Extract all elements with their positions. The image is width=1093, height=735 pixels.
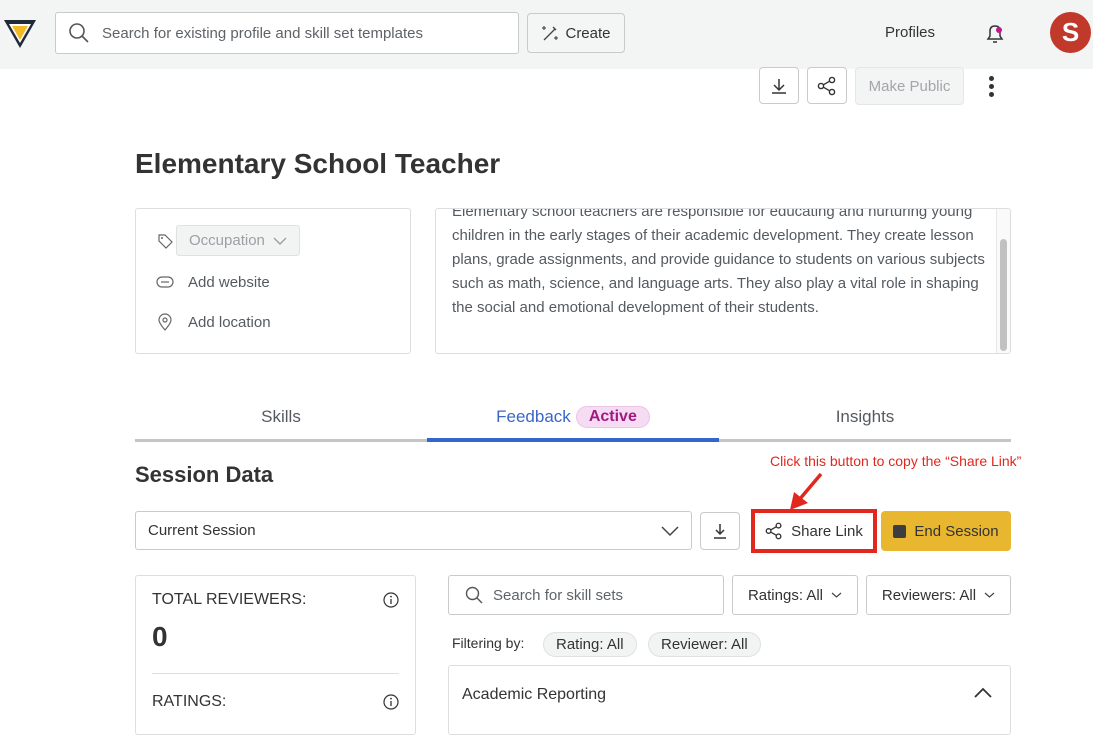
top-navigation-bar: Create Profiles S: [0, 0, 1093, 69]
skill-set-accordion[interactable]: Academic Reporting: [448, 665, 1011, 735]
total-reviewers-label: TOTAL REVIEWERS:: [152, 591, 307, 608]
description-scrollbar[interactable]: [996, 209, 1010, 353]
chevron-down-icon: [831, 592, 842, 598]
profile-description: Elementary school teachers are responsib…: [452, 208, 985, 316]
chevron-down-icon: [984, 592, 995, 598]
share-button[interactable]: [807, 67, 847, 104]
add-website-link[interactable]: Add website: [156, 273, 270, 291]
create-button[interactable]: Create: [527, 13, 625, 53]
template-search-input[interactable]: [102, 24, 502, 42]
filter-chip-reviewer[interactable]: Reviewer: All: [648, 632, 761, 657]
make-public-button[interactable]: Make Public: [855, 67, 964, 105]
reviewers-filter-label: Reviewers: All: [881, 586, 977, 604]
search-icon: [69, 23, 89, 43]
template-search-field[interactable]: [55, 12, 519, 54]
end-session-button[interactable]: End Session: [881, 511, 1011, 551]
stop-icon: [893, 524, 907, 538]
filter-chip-rating[interactable]: Rating: All: [543, 632, 637, 657]
skill-set-search-field[interactable]: [448, 575, 724, 615]
info-icon[interactable]: [383, 592, 399, 608]
app-logo[interactable]: [2, 14, 38, 50]
location-pin-icon: [156, 313, 174, 331]
user-avatar[interactable]: S: [1050, 12, 1091, 53]
create-label: Create: [565, 24, 611, 42]
share-link-button[interactable]: Share Link: [751, 509, 877, 553]
filtering-by-label: Filtering by:: [452, 635, 525, 651]
notifications-button[interactable]: [983, 21, 1007, 45]
share-icon: [765, 522, 782, 540]
search-icon: [465, 586, 483, 604]
occupation-dropdown[interactable]: Occupation: [176, 225, 300, 256]
end-session-label: End Session: [914, 522, 999, 540]
info-icon[interactable]: [383, 694, 399, 710]
chevron-down-icon: [273, 237, 287, 245]
tab-skills-label: Skills: [261, 407, 301, 426]
session-select-value: Current Session: [148, 522, 256, 539]
tab-feedback[interactable]: Feedback Active: [427, 395, 719, 442]
download-icon: [772, 78, 786, 94]
total-reviewers-value: 0: [152, 621, 168, 652]
tab-insights[interactable]: Insights: [719, 395, 1011, 439]
profile-meta-card: Occupation Add website Add location: [135, 208, 411, 354]
tab-skills[interactable]: Skills: [135, 395, 427, 439]
magic-wand-icon: [542, 26, 559, 41]
active-status-badge: Active: [575, 405, 650, 428]
download-button[interactable]: [759, 67, 799, 104]
nav-profiles-link[interactable]: Profiles: [885, 24, 935, 41]
more-options-button[interactable]: [983, 74, 999, 98]
add-location-label: Add location: [188, 313, 271, 331]
share-link-label: Share Link: [791, 522, 863, 540]
share-icon: [817, 76, 836, 95]
add-website-label: Add website: [188, 273, 270, 291]
ratings-filter-label: Ratings: All: [747, 586, 824, 604]
reviewers-filter-dropdown[interactable]: Reviewers: All: [866, 575, 1011, 615]
session-select-dropdown[interactable]: Current Session: [135, 511, 692, 550]
annotation-arrow-icon: [790, 472, 823, 510]
bell-icon: [986, 25, 1004, 43]
link-icon: [156, 273, 174, 291]
session-stats-card: TOTAL REVIEWERS: 0 RATINGS:: [135, 575, 416, 735]
chevron-down-icon: [661, 525, 679, 536]
chevron-up-icon[interactable]: [973, 686, 993, 700]
download-icon: [714, 524, 726, 539]
profile-description-box[interactable]: Elementary school teachers are responsib…: [435, 208, 1011, 354]
tab-insights-label: Insights: [835, 407, 895, 426]
profile-tabs: Skills Feedback Active Insights: [135, 395, 1011, 442]
scrollbar-thumb[interactable]: [1000, 239, 1007, 351]
tag-icon: [156, 232, 174, 250]
download-session-button[interactable]: [700, 512, 740, 550]
skill-set-title: Academic Reporting: [462, 686, 607, 703]
divider: [152, 673, 399, 674]
tab-feedback-label: Feedback: [496, 406, 571, 426]
occupation-label: Occupation: [189, 232, 265, 249]
more-vertical-icon: [988, 75, 994, 81]
annotation-callout: Click this button to copy the “Share Lin…: [770, 453, 1022, 469]
ratings-filter-dropdown[interactable]: Ratings: All: [732, 575, 858, 615]
add-location-link[interactable]: Add location: [156, 313, 271, 331]
session-data-heading: Session Data: [135, 462, 274, 487]
ratings-label: RATINGS:: [152, 693, 227, 710]
skill-set-search-input[interactable]: [493, 586, 713, 604]
profile-title: Elementary School Teacher: [135, 148, 501, 179]
